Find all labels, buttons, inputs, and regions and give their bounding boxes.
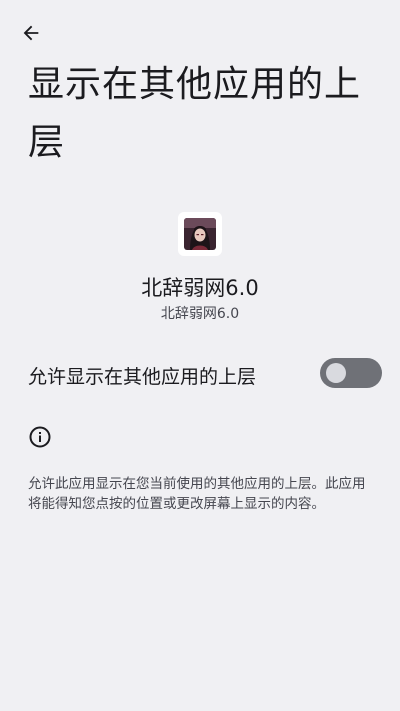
switch-thumb xyxy=(326,363,346,383)
permission-description: 允许此应用显示在您当前使用的其他应用的上层。此应用将能得知您点按的位置或更改屏幕… xyxy=(28,476,366,512)
arrow-left-icon xyxy=(23,25,39,41)
page-title: 显示在其他应用的上层 xyxy=(28,64,362,163)
app-icon xyxy=(178,212,222,256)
app-name: 北辞弱网6.0 xyxy=(141,276,259,300)
screen: 显示在其他应用的上层 北辞弱网6.0 北辞弱网6.0 允许显示在其他应用的上层 xyxy=(0,0,400,711)
overlay-permission-label: 允许显示在其他应用的上层 xyxy=(28,366,257,388)
back-button[interactable] xyxy=(14,16,48,50)
info-icon xyxy=(29,426,51,448)
app-avatar-icon xyxy=(184,218,216,250)
overlay-permission-toggle-row[interactable]: 允许显示在其他应用的上层 xyxy=(0,348,400,400)
app-subtitle: 北辞弱网6.0 xyxy=(160,306,240,322)
overlay-permission-switch[interactable] xyxy=(320,358,382,388)
